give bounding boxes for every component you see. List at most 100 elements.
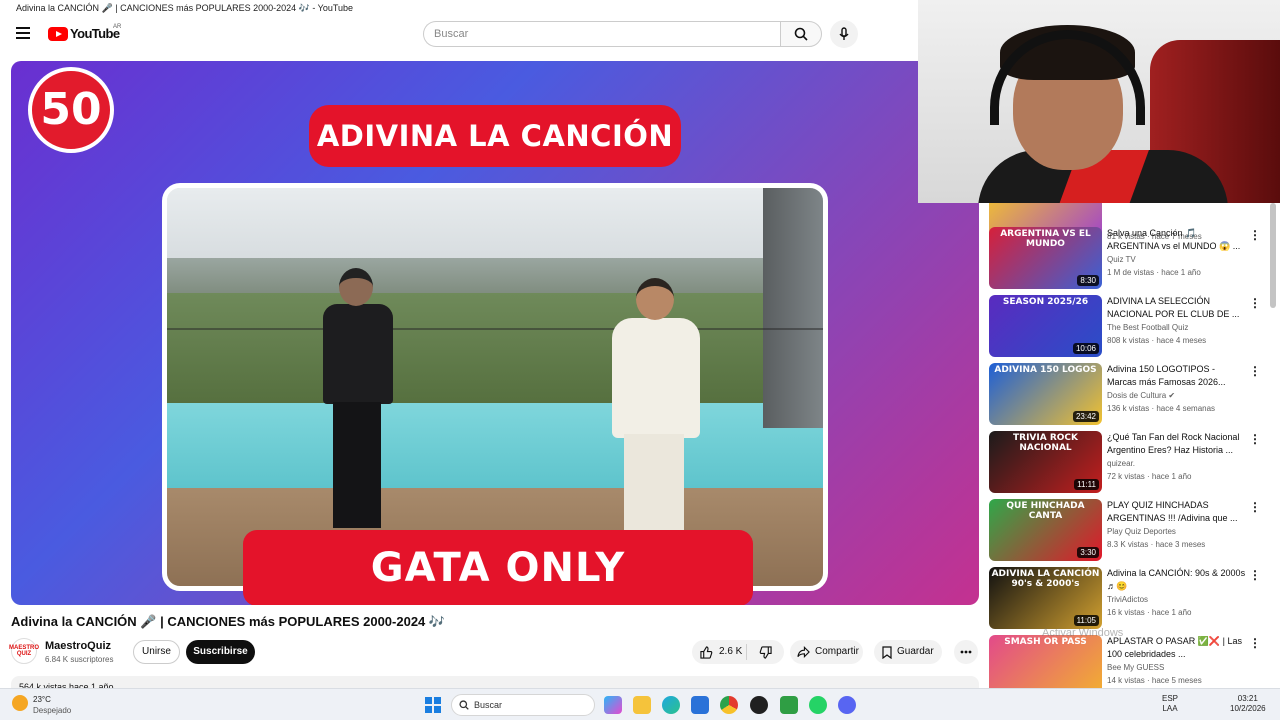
video-player[interactable]: 50 ADIVINA LA CANCIÓN GATA ONLY: [11, 61, 979, 605]
store-icon[interactable]: [691, 696, 709, 714]
video-duration: 3:30: [1077, 547, 1099, 558]
menu-icon[interactable]: [16, 27, 30, 39]
person-left: [317, 268, 397, 528]
more-vertical-icon[interactable]: ⋮: [1249, 433, 1261, 445]
recommended-meta: 72 k vistas · hace 1 año: [1107, 472, 1192, 481]
recommended-video[interactable]: QUE HINCHADA CANTA 3:30 PLAY QUIZ HINCHADA…: [989, 499, 1269, 561]
country-code: AR: [113, 24, 122, 30]
subscribe-button[interactable]: Suscribirse: [186, 640, 255, 664]
recommended-meta: 14 k vistas · hace 5 meses: [1107, 676, 1202, 685]
recommended-video[interactable]: ADIVINA 150 LOGOS 23:42 Adivina 150 LOGOTI…: [989, 363, 1269, 425]
video-thumbnail[interactable]: TRIVIA ROCK NACIONAL 11:11: [989, 431, 1102, 493]
recommended-video[interactable]: TRIVIA ROCK NACIONAL 11:11 ¿Qué Tan Fan de…: [989, 431, 1269, 493]
more-vertical-icon[interactable]: ⋮: [1249, 297, 1261, 309]
recommended-channel[interactable]: Play Quiz Deportes: [1107, 527, 1176, 536]
save-label: Guardar: [897, 646, 934, 657]
like-count: 2.6 K: [719, 646, 743, 657]
recommended-video[interactable]: SMASH OR PASS APLASTAR O PASAR ✅❌ | Las 1…: [989, 635, 1269, 688]
more-vertical-icon[interactable]: ⋮: [1249, 501, 1261, 513]
song-name-banner: GATA ONLY: [243, 530, 753, 605]
person-right: [602, 278, 702, 544]
language-indicator[interactable]: ESP LAA: [1162, 694, 1178, 714]
masthead: YouTube AR Buscar: [0, 16, 918, 52]
scene-hills: [167, 258, 823, 298]
clock-date: 10/2/2026: [1230, 704, 1266, 713]
recommended-video[interactable]: ADIVINA LA CANCIÓN 90's & 2000's 11:05 Adi…: [989, 567, 1269, 629]
share-button[interactable]: Compartir: [790, 640, 863, 664]
share-label: Compartir: [815, 646, 859, 657]
weather-description: Despejado: [33, 706, 72, 715]
dislike-button[interactable]: [747, 645, 784, 659]
video-thumbnail[interactable]: ADIVINA 150 LOGOS 23:42: [989, 363, 1102, 425]
recommended-title[interactable]: Adivina 150 LOGOTIPOS - Marcas más Famos…: [1107, 363, 1247, 389]
video-thumbnail[interactable]: SMASH OR PASS: [989, 635, 1102, 688]
start-button[interactable]: [425, 697, 441, 713]
save-button[interactable]: Guardar: [874, 640, 942, 664]
join-button[interactable]: Unirse: [133, 640, 180, 664]
video-thumbnail[interactable]: ARGENTINA VS EL MUNDO 8:30: [989, 227, 1102, 289]
search-button[interactable]: [780, 21, 822, 47]
media-app-icon[interactable]: [750, 696, 768, 714]
webcam-overlay: [918, 0, 1280, 203]
bookmark-icon: [882, 645, 892, 659]
more-vertical-icon[interactable]: ⋮: [1249, 365, 1261, 377]
recommended-title[interactable]: Salva una Canción 🎵 ARGENTINA vs el MUND…: [1107, 227, 1247, 253]
scene-house: [763, 188, 823, 428]
file-explorer-icon[interactable]: [633, 696, 651, 714]
more-vertical-icon[interactable]: ⋮: [1249, 569, 1261, 581]
weather-widget[interactable]: 23°C Despejado: [12, 693, 92, 717]
search-icon: [794, 27, 808, 41]
recommended-title[interactable]: APLASTAR O PASAR ✅❌ | Las 100 celebridad…: [1107, 635, 1247, 661]
more-vertical-icon[interactable]: ⋮: [1249, 229, 1261, 241]
sidebar-scrollbar[interactable]: [1270, 203, 1276, 308]
voice-search-button[interactable]: [830, 20, 858, 48]
recommended-title[interactable]: PLAY QUIZ HINCHADAS ARGENTINAS !!! /Adiv…: [1107, 499, 1247, 525]
recommendations-sidebar: ? ? ? ?13:2881 k vistas · hace 7 mesesAR…: [989, 203, 1269, 688]
video-thumbnail[interactable]: SEASON 2025/26 10:06: [989, 295, 1102, 357]
scene-pool: [167, 403, 823, 493]
video-duration: 11:05: [1073, 615, 1099, 626]
discord-icon[interactable]: [838, 696, 856, 714]
channel-name[interactable]: MaestroQuiz: [45, 640, 111, 652]
youtube-logo[interactable]: YouTube: [48, 26, 120, 41]
recommended-channel[interactable]: Bee My GUESS: [1107, 663, 1164, 672]
recommended-channel[interactable]: TriviAdictos: [1107, 595, 1148, 604]
xbox-icon[interactable]: [780, 696, 798, 714]
top-banner: ADIVINA LA CANCIÓN: [309, 105, 681, 167]
scene-field: [167, 293, 823, 408]
chrome-icon[interactable]: [720, 696, 738, 714]
taskbar-search-label: Buscar: [474, 700, 503, 710]
clock[interactable]: 03:21 10/2/2026: [1230, 694, 1266, 714]
thumbnail-text: ADIVINA 150 LOGOS: [994, 365, 1097, 375]
edge-icon[interactable]: [662, 696, 680, 714]
taskbar-search[interactable]: Buscar: [451, 694, 595, 716]
more-vertical-icon[interactable]: ⋮: [1249, 637, 1261, 649]
copilot-icon[interactable]: [604, 696, 622, 714]
more-actions-button[interactable]: [954, 640, 978, 664]
sun-icon: [12, 695, 28, 711]
recommended-title[interactable]: ¿Qué Tan Fan del Rock Nacional Argentino…: [1107, 431, 1247, 457]
video-duration: 23:42: [1072, 411, 1099, 422]
recommended-channel[interactable]: The Best Football Quiz: [1107, 323, 1188, 332]
recommended-channel[interactable]: Dosis de Cultura ✔: [1107, 391, 1175, 400]
recommended-video[interactable]: ARGENTINA VS EL MUNDO 8:30 Salva una Canci…: [989, 227, 1269, 289]
window-title: Adivina la CANCIÓN 🎤 | CANCIONES más POP…: [0, 0, 918, 16]
channel-avatar[interactable]: MAESTRO QUIZ: [9, 638, 39, 664]
recommended-title[interactable]: ADIVINA LA SELECCIÓN NACIONAL POR EL CLU…: [1107, 295, 1247, 321]
search-icon: [459, 700, 469, 710]
video-duration: 11:11: [1074, 479, 1099, 490]
recommended-video[interactable]: SEASON 2025/26 10:06 ADIVINA LA SELECCIÓN …: [989, 295, 1269, 357]
video-thumbnail[interactable]: QUE HINCHADA CANTA 3:30: [989, 499, 1102, 561]
whatsapp-icon[interactable]: [809, 696, 827, 714]
windows-taskbar: 23°C Despejado Buscar ESP LAA 03:21 10/2…: [0, 688, 1280, 720]
thumbnail-text: TRIVIA ROCK NACIONAL: [1013, 433, 1078, 453]
thumbs-down-icon: [759, 645, 772, 659]
search-input[interactable]: Buscar: [423, 21, 780, 47]
video-thumbnail[interactable]: ADIVINA LA CANCIÓN 90's & 2000's 11:05: [989, 567, 1102, 629]
recommended-channel[interactable]: Quiz TV: [1107, 255, 1136, 264]
recommended-channel[interactable]: quizear.: [1107, 459, 1135, 468]
like-button[interactable]: 2.6 K: [692, 644, 747, 660]
recommended-title[interactable]: Adivina la CANCIÓN: 90s & 2000s ♬😊: [1107, 567, 1247, 593]
clock-time: 03:21: [1237, 694, 1258, 703]
video-duration: 10:06: [1072, 343, 1099, 354]
